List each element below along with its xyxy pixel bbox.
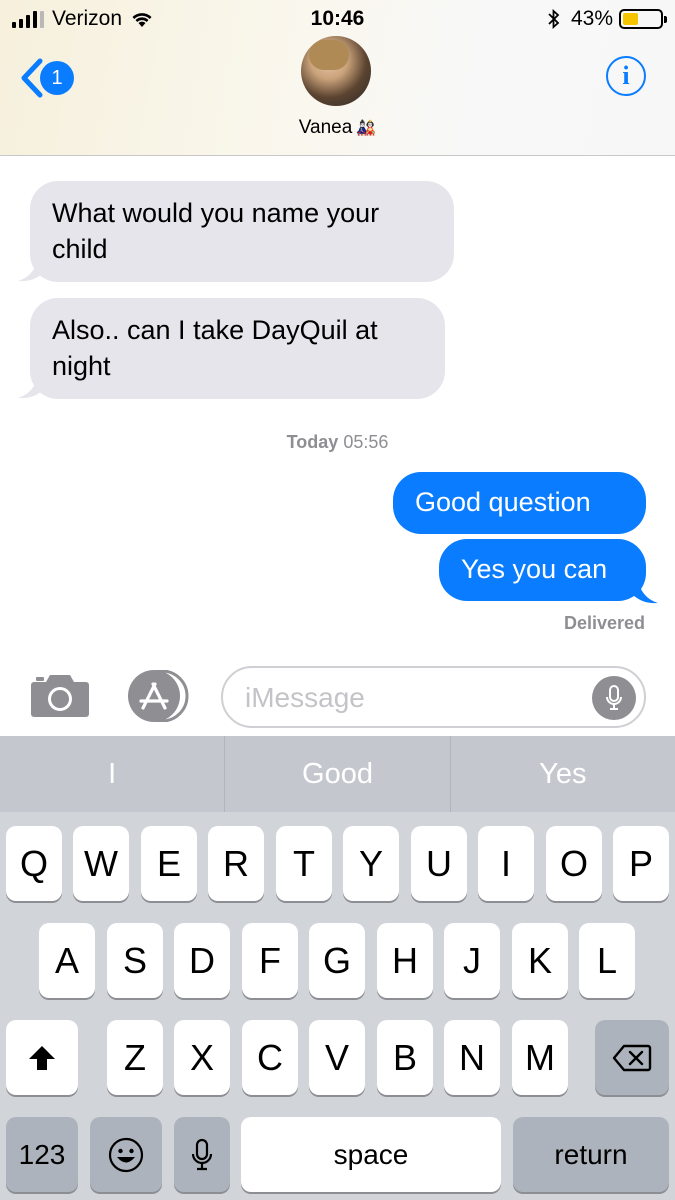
key-n[interactable]: N [444,1020,500,1095]
battery-percent: 43% [570,7,613,30]
key-f[interactable]: F [242,923,298,998]
contact-avatar[interactable] [301,36,371,106]
emoji-key[interactable] [90,1117,162,1192]
key-w[interactable]: W [73,826,129,901]
info-button[interactable]: i [606,56,646,96]
predictive-bar: I Good Yes [0,736,675,812]
key-u[interactable]: U [411,826,467,901]
space-key[interactable]: space [241,1117,501,1192]
key-p[interactable]: P [613,826,669,901]
key-t[interactable]: T [276,826,332,901]
emoji-icon [108,1137,144,1172]
key-a[interactable]: A [39,923,95,998]
key-c[interactable]: C [242,1020,298,1095]
key-k[interactable]: K [512,923,568,998]
key-m[interactable]: M [512,1020,568,1095]
contact-name-label: Vanea [298,117,353,138]
received-message[interactable]: Also.. can I take DayQuil at night [30,298,445,399]
key-i[interactable]: I [478,826,534,901]
sent-message[interactable]: Good question [393,472,646,534]
key-v[interactable]: V [309,1020,365,1095]
microphone-icon [191,1138,213,1170]
delivered-status: Delivered [563,613,645,633]
key-s[interactable]: S [107,923,163,998]
key-d[interactable]: D [174,923,230,998]
sent-message[interactable]: Yes you can [439,539,646,601]
status-bar: Verizon 10:46 43% [0,0,675,36]
app-store-icon[interactable] [126,670,190,722]
timestamp-day: Today [286,432,339,452]
conversation-header: Verizon 10:46 43% 1 Vanea 🎎 i [0,0,675,156]
bluetooth-icon [548,9,560,29]
microphone-icon [606,685,622,710]
contact-emoji: 🎎 [356,120,377,137]
suggestion-1[interactable]: I [0,736,224,812]
key-b[interactable]: B [377,1020,433,1095]
status-right: 43% [547,7,667,31]
delete-key[interactable] [595,1020,669,1095]
message-input[interactable]: iMessage [221,666,646,728]
back-button[interactable]: 1 [18,58,74,98]
unread-count-badge: 1 [40,61,74,95]
numbers-key[interactable]: 123 [6,1117,78,1192]
camera-icon[interactable] [30,672,90,718]
shift-key[interactable] [6,1020,78,1095]
key-q[interactable]: Q [6,826,62,901]
keyboard: I Good Yes Q W E R T Y U I O P A S D F G… [0,736,675,1200]
message-placeholder: iMessage [245,682,365,713]
key-j[interactable]: J [444,923,500,998]
dictation-button[interactable] [592,676,636,720]
key-l[interactable]: L [579,923,635,998]
key-e[interactable]: E [141,826,197,901]
return-key[interactable]: return [513,1117,669,1192]
key-x[interactable]: X [174,1020,230,1095]
battery-fill [623,13,639,25]
battery-icon [619,9,667,29]
key-z[interactable]: Z [107,1020,163,1095]
contact-name[interactable]: Vanea 🎎 [0,117,675,139]
shift-icon [29,1045,55,1070]
message-timestamp: Today 05:56 [0,432,675,453]
key-h[interactable]: H [377,923,433,998]
timestamp-time: 05:56 [343,432,389,452]
key-g[interactable]: G [309,923,365,998]
received-message[interactable]: What would you name your child [30,181,454,282]
key-r[interactable]: R [208,826,264,901]
backspace-icon [612,1044,652,1071]
suggestion-2[interactable]: Good [224,736,449,812]
key-o[interactable]: O [546,826,602,901]
key-y[interactable]: Y [343,826,399,901]
dictation-key[interactable] [174,1117,230,1192]
suggestion-3[interactable]: Yes [449,736,675,812]
